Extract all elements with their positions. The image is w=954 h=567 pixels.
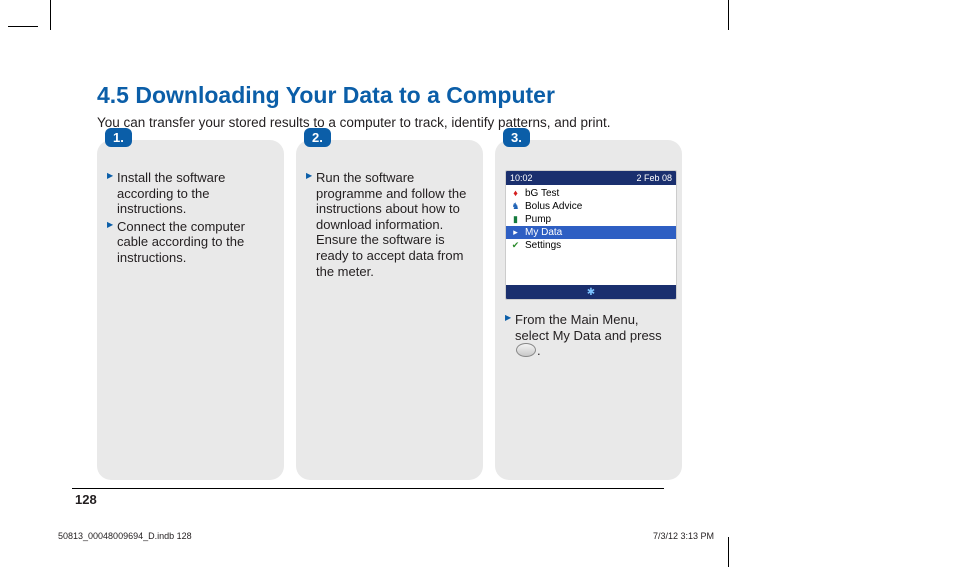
device-bottom-bar: ✱ bbox=[506, 285, 676, 299]
step-card-3: 3. 10:02 2 Feb 08 ♦ bG Test ♞ Bolus Ad bbox=[495, 140, 682, 480]
step-1-bullets: Install the software according to the in… bbox=[107, 170, 274, 266]
blood-drop-icon: ♦ bbox=[510, 188, 521, 199]
step-number: 3. bbox=[503, 128, 530, 147]
device-screenshot: 10:02 2 Feb 08 ♦ bG Test ♞ Bolus Advice bbox=[505, 170, 677, 300]
step-card-2: 2. Run the software programme and follow… bbox=[296, 140, 483, 480]
settings-check-icon: ✔ bbox=[510, 240, 521, 251]
device-menu-item: ▮ Pump bbox=[506, 213, 676, 226]
page-number-rule bbox=[72, 488, 664, 489]
select-button-icon bbox=[516, 343, 536, 357]
device-status-bar: 10:02 2 Feb 08 bbox=[506, 171, 676, 185]
step-number: 2. bbox=[304, 128, 331, 147]
step-3-bullets: From the Main Menu, select My Data and p… bbox=[505, 312, 672, 359]
steps-row: 1. Install the software according to the… bbox=[97, 140, 757, 480]
footer-right: 7/3/12 3:13 PM bbox=[653, 531, 714, 541]
bullet-text-part: From the Main Menu, select My Data and p… bbox=[515, 312, 662, 343]
device-menu-item-selected: ▸ My Data bbox=[506, 226, 676, 239]
data-icon: ▸ bbox=[510, 227, 521, 238]
page-content: 4.5 Downloading Your Data to a Computer … bbox=[97, 82, 757, 480]
step-2-bullets: Run the software programme and follow th… bbox=[306, 170, 473, 279]
step-number: 1. bbox=[105, 128, 132, 147]
device-date: 2 Feb 08 bbox=[636, 173, 672, 183]
section-heading: 4.5 Downloading Your Data to a Computer bbox=[97, 82, 757, 109]
bullet-item: Connect the computer cable according to … bbox=[107, 219, 274, 266]
bluetooth-icon: ✱ bbox=[587, 287, 595, 298]
bullet-text-part: . bbox=[537, 343, 541, 358]
bullet-item: From the Main Menu, select My Data and p… bbox=[505, 312, 672, 359]
step-card-1: 1. Install the software according to the… bbox=[97, 140, 284, 480]
device-menu-label: bG Test bbox=[525, 188, 559, 199]
crop-mark bbox=[728, 537, 729, 567]
device-menu-label: My Data bbox=[525, 227, 562, 238]
footer-left: 50813_00048009694_D.indb 128 bbox=[58, 531, 192, 541]
device-menu-item: ✔ Settings bbox=[506, 239, 676, 252]
crop-mark bbox=[728, 0, 729, 30]
crop-mark bbox=[50, 0, 51, 30]
bullet-item: Install the software according to the in… bbox=[107, 170, 274, 217]
document-page: 4.5 Downloading Your Data to a Computer … bbox=[0, 0, 954, 567]
section-intro: You can transfer your stored results to … bbox=[97, 115, 757, 130]
page-number: 128 bbox=[75, 492, 97, 507]
crop-mark bbox=[8, 26, 38, 27]
pump-icon: ▮ bbox=[510, 214, 521, 225]
device-menu-item: ♦ bG Test bbox=[506, 187, 676, 200]
device-menu: ♦ bG Test ♞ Bolus Advice ▮ Pump ▸ bbox=[506, 185, 676, 285]
bullet-item: Run the software programme and follow th… bbox=[306, 170, 473, 279]
device-menu-label: Settings bbox=[525, 240, 561, 251]
device-menu-label: Bolus Advice bbox=[525, 201, 582, 212]
device-time: 10:02 bbox=[510, 173, 533, 183]
device-menu-item: ♞ Bolus Advice bbox=[506, 200, 676, 213]
bolus-icon: ♞ bbox=[510, 201, 521, 212]
device-menu-label: Pump bbox=[525, 214, 551, 225]
